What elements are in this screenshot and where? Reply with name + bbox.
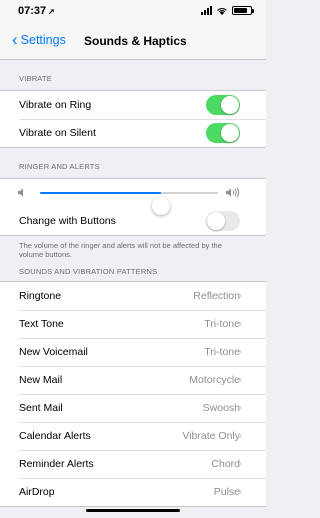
status-time: 07:37 ➚ <box>18 5 55 17</box>
back-button-label: Settings <box>20 33 66 47</box>
status-icons <box>201 6 254 15</box>
chevron-right-icon: › <box>238 346 242 358</box>
chevron-right-icon: › <box>238 486 242 498</box>
chevron-right-icon: › <box>238 430 242 442</box>
row-value: Chord <box>211 458 240 470</box>
section-header-patterns: SOUNDS AND VIBRATION PATTERNS <box>19 267 158 276</box>
chevron-left-icon: ‹ <box>12 30 18 49</box>
ringer-group: Change with Buttons <box>0 178 266 236</box>
volume-slider-fill <box>40 192 162 194</box>
home-indicator[interactable] <box>86 509 180 512</box>
sent-mail-row[interactable]: Sent Mail Swoosh › <box>0 394 266 422</box>
chevron-right-icon: › <box>238 458 242 470</box>
row-value: Motorcycle <box>189 374 240 386</box>
battery-icon <box>232 6 254 15</box>
row-value: Tri-tone <box>204 318 240 330</box>
new-voicemail-row[interactable]: New Voicemail Tri-tone › <box>0 338 266 366</box>
airdrop-row[interactable]: AirDrop Pulse › <box>0 478 266 506</box>
row-label: Reminder Alerts <box>19 458 94 470</box>
row-value: Swoosh <box>202 402 240 414</box>
status-bar: 07:37 ➚ <box>0 0 266 22</box>
vibrate-on-silent-toggle[interactable] <box>206 123 240 143</box>
cellular-signal-icon <box>201 6 212 15</box>
chevron-right-icon: › <box>238 318 242 330</box>
ringer-footer-note: The volume of the ringer and alerts will… <box>19 241 222 259</box>
chevron-right-icon: › <box>238 402 242 414</box>
row-label: New Mail <box>19 374 63 386</box>
row-label: Sent Mail <box>19 402 63 414</box>
row-value: Vibrate Only <box>182 430 240 442</box>
patterns-group: Ringtone Reflection › Text Tone Tri-tone… <box>0 281 266 507</box>
row-label: New Voicemail <box>19 346 88 358</box>
row-label: AirDrop <box>19 486 55 498</box>
volume-slider-track[interactable] <box>40 192 218 215</box>
change-with-buttons-row: Change with Buttons <box>0 207 266 235</box>
page-title: Sounds & Haptics <box>84 34 187 48</box>
navigation-bar: ‹ Settings Sounds & Haptics <box>0 22 266 60</box>
speaker-low-icon <box>18 188 23 197</box>
row-label: Ringtone <box>19 290 62 302</box>
vibrate-on-ring-toggle[interactable] <box>206 95 240 115</box>
text-tone-row[interactable]: Text Tone Tri-tone › <box>0 310 266 338</box>
row-value: Tri-tone <box>204 346 240 358</box>
chevron-right-icon: › <box>238 290 242 302</box>
calendar-alerts-row[interactable]: Calendar Alerts Vibrate Only › <box>0 422 266 450</box>
row-label: Change with Buttons <box>19 215 116 227</box>
chevron-right-icon: › <box>238 374 242 386</box>
new-mail-row[interactable]: New Mail Motorcycle › <box>0 366 266 394</box>
reminder-alerts-row[interactable]: Reminder Alerts Chord › <box>0 450 266 478</box>
back-button[interactable]: ‹ Settings <box>12 30 66 49</box>
volume-slider-row <box>0 179 266 215</box>
ringtone-row[interactable]: Ringtone Reflection › <box>0 282 266 310</box>
row-value: Pulse <box>213 486 240 498</box>
wifi-icon <box>217 8 227 15</box>
section-header-vibrate: VIBRATE <box>19 74 52 83</box>
row-label: Vibrate on Ring <box>19 99 92 111</box>
vibrate-on-silent-row: Vibrate on Silent <box>0 119 266 147</box>
row-label: Text Tone <box>19 318 64 330</box>
vibrate-on-ring-row: Vibrate on Ring <box>0 91 266 119</box>
section-header-ringer: RINGER AND ALERTS <box>19 162 100 171</box>
row-label: Vibrate on Silent <box>19 127 96 139</box>
location-arrow-icon: ➚ <box>48 7 55 16</box>
vibrate-group: Vibrate on Ring Vibrate on Silent <box>0 90 266 148</box>
row-value: Reflection <box>193 290 240 302</box>
speaker-high-icon <box>226 187 240 198</box>
change-with-buttons-toggle[interactable] <box>206 211 240 231</box>
row-label: Calendar Alerts <box>19 430 91 442</box>
